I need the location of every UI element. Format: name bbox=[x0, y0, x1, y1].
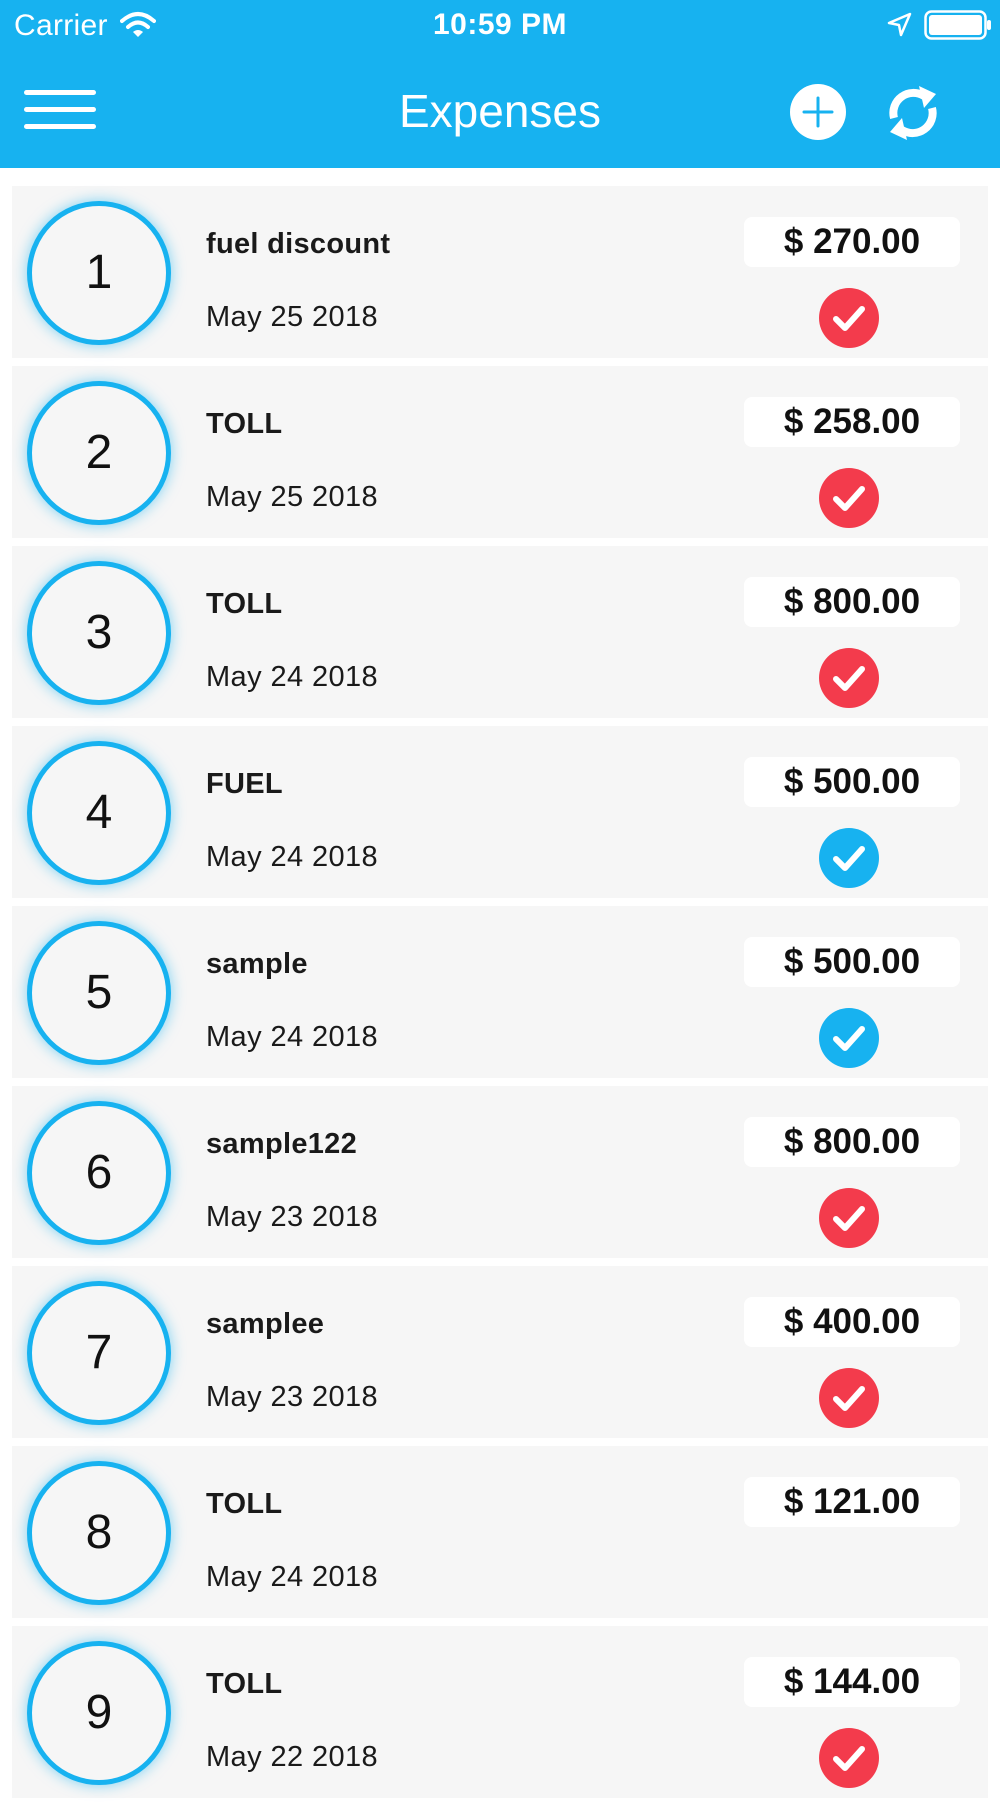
expense-row[interactable]: 6 sample122 May 23 2018 $ 800.00 bbox=[12, 1086, 988, 1258]
expense-amount: $ 800.00 bbox=[744, 1117, 960, 1167]
expense-title: TOLL bbox=[206, 1488, 283, 1520]
expense-index-badge: 6 bbox=[27, 1101, 171, 1245]
expense-row[interactable]: 9 TOLL May 22 2018 $ 144.00 bbox=[12, 1626, 988, 1798]
expense-title: TOLL bbox=[206, 588, 283, 620]
expense-list: 1 fuel discount May 25 2018 $ 270.00 2 TOLL Ma… bbox=[12, 186, 988, 1806]
hamburger-menu-icon[interactable] bbox=[24, 86, 96, 132]
status-check-icon[interactable] bbox=[819, 1368, 879, 1428]
expense-amount: $ 500.00 bbox=[744, 937, 960, 987]
expense-row[interactable]: 2 TOLL May 25 2018 $ 258.00 bbox=[12, 366, 988, 538]
expense-title: FUEL bbox=[206, 768, 283, 800]
expense-row[interactable]: 5 sample May 24 2018 $ 500.00 bbox=[12, 906, 988, 1078]
expense-date: May 23 2018 bbox=[206, 1201, 379, 1233]
expense-title: fuel discount bbox=[206, 228, 391, 260]
expense-date: May 25 2018 bbox=[206, 301, 379, 333]
expense-date: May 24 2018 bbox=[206, 1561, 379, 1593]
refresh-icon[interactable] bbox=[886, 84, 940, 142]
status-check-icon[interactable] bbox=[819, 288, 879, 348]
expense-amount: $ 500.00 bbox=[744, 757, 960, 807]
expense-row[interactable]: 7 samplee May 23 2018 $ 400.00 bbox=[12, 1266, 988, 1438]
expense-index-badge: 9 bbox=[27, 1641, 171, 1785]
expense-row[interactable]: 3 TOLL May 24 2018 $ 800.00 bbox=[12, 546, 988, 718]
expense-row[interactable]: 1 fuel discount May 25 2018 $ 270.00 bbox=[12, 186, 988, 358]
expense-date: May 24 2018 bbox=[206, 841, 379, 873]
expense-amount: $ 144.00 bbox=[744, 1657, 960, 1707]
expense-index-badge: 2 bbox=[27, 381, 171, 525]
expense-title: TOLL bbox=[206, 1668, 283, 1700]
expense-title: sample bbox=[206, 948, 308, 980]
status-time: 10:59 PM bbox=[432, 8, 568, 41]
expense-title: samplee bbox=[206, 1308, 325, 1340]
expense-index-badge: 8 bbox=[27, 1461, 171, 1605]
location-arrow-icon bbox=[887, 12, 912, 37]
expense-amount: $ 270.00 bbox=[744, 217, 960, 267]
expense-date: May 22 2018 bbox=[206, 1741, 379, 1773]
status-check-icon[interactable] bbox=[819, 1728, 879, 1788]
expense-title: sample122 bbox=[206, 1128, 358, 1160]
expense-title: TOLL bbox=[206, 408, 283, 440]
expense-date: May 25 2018 bbox=[206, 481, 379, 513]
expense-index-badge: 7 bbox=[27, 1281, 171, 1425]
status-check-icon[interactable] bbox=[819, 1188, 879, 1248]
battery-icon bbox=[924, 10, 991, 40]
status-check-icon[interactable] bbox=[819, 468, 879, 528]
expense-date: May 24 2018 bbox=[206, 661, 379, 693]
page-title: Expenses bbox=[398, 85, 601, 137]
app-header: Carrier 10:59 PM Expenses bbox=[0, 0, 1000, 168]
expense-row[interactable]: 4 FUEL May 24 2018 $ 500.00 bbox=[12, 726, 988, 898]
expense-index-badge: 5 bbox=[27, 921, 171, 1065]
plus-icon bbox=[802, 96, 834, 128]
status-check-icon[interactable] bbox=[819, 828, 879, 888]
status-check-icon[interactable] bbox=[819, 648, 879, 708]
expense-index-badge: 3 bbox=[27, 561, 171, 705]
add-expense-button[interactable] bbox=[790, 84, 846, 140]
expense-amount: $ 400.00 bbox=[744, 1297, 960, 1347]
expense-amount: $ 258.00 bbox=[744, 397, 960, 447]
expense-amount: $ 800.00 bbox=[744, 577, 960, 627]
expense-date: May 23 2018 bbox=[206, 1381, 379, 1413]
expense-amount: $ 121.00 bbox=[744, 1477, 960, 1527]
status-bar: Carrier 10:59 PM bbox=[0, 0, 1000, 52]
status-check-icon[interactable] bbox=[819, 1008, 879, 1068]
expense-date: May 24 2018 bbox=[206, 1021, 379, 1053]
expense-index-badge: 1 bbox=[27, 201, 171, 345]
expense-index-badge: 4 bbox=[27, 741, 171, 885]
expense-row[interactable]: 8 TOLL May 24 2018 $ 121.00 bbox=[12, 1446, 988, 1618]
